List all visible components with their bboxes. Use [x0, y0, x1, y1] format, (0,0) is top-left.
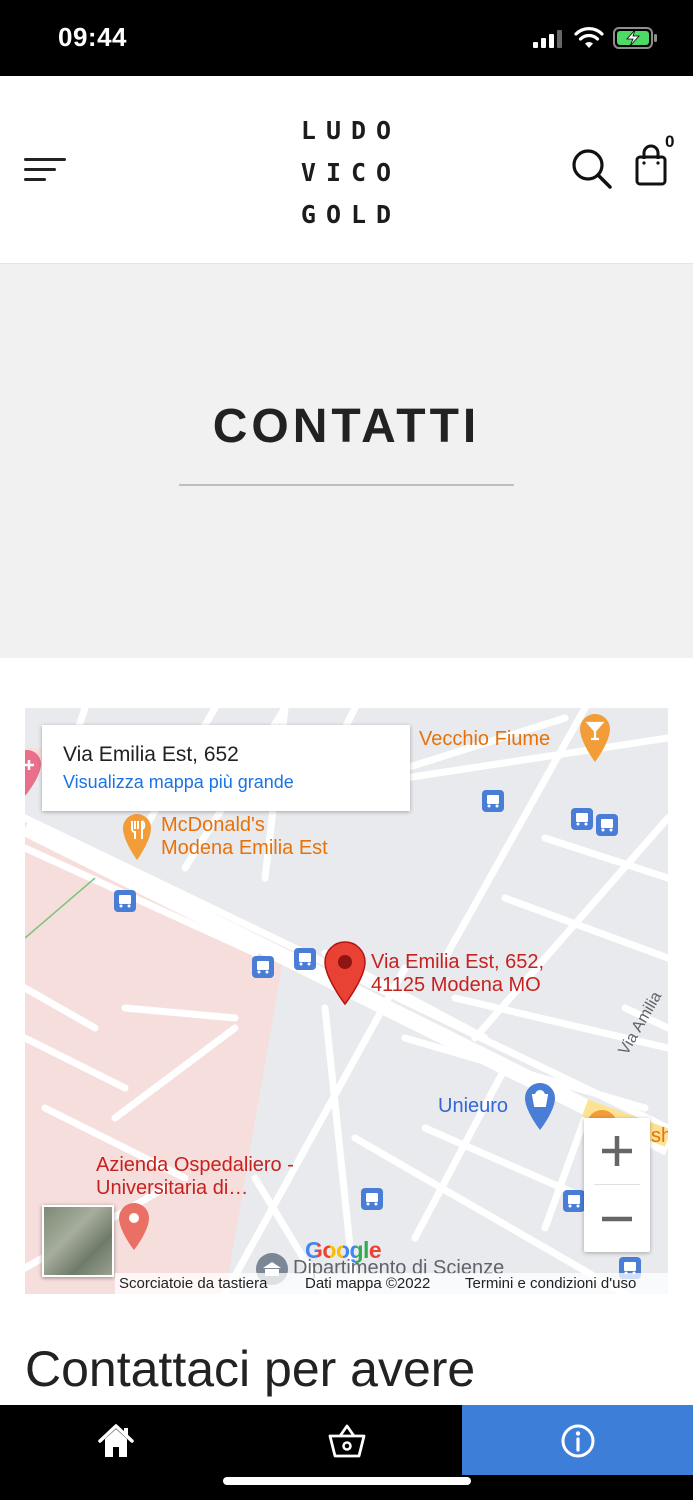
map-data-attribution: Dati mappa ©2022	[305, 1275, 431, 1292]
google-map[interactable]: Vecchio Fiume McDonald's Modena Emilia E…	[25, 708, 668, 1294]
view-larger-map-link[interactable]: Visualizza mappa più grande	[63, 772, 294, 793]
poi-label[interactable]: Modena Emilia Est	[161, 837, 328, 860]
info-icon	[561, 1424, 595, 1458]
cocktail-bar-pin-icon[interactable]	[578, 712, 612, 764]
place-info-card: Via Emilia Est, 652 Visualizza mappa più…	[42, 725, 410, 811]
marker-label: Via Emilia Est, 652,	[371, 951, 545, 973]
cart-count-badge: 0	[665, 132, 675, 151]
battery-charging-icon	[613, 27, 657, 49]
location-marker-icon[interactable]	[322, 940, 368, 1006]
hamburger-menu-button[interactable]	[24, 154, 68, 184]
keyboard-shortcuts-link[interactable]: Scorciatoie da tastiera	[119, 1275, 267, 1292]
google-logo-text: Google	[305, 1237, 382, 1263]
status-time: 09:44	[58, 22, 127, 52]
poi-label: sh	[651, 1125, 668, 1147]
poi-label[interactable]: Vecchio Fiume	[419, 728, 550, 751]
poi-label[interactable]: Unieuro	[438, 1095, 508, 1118]
site-header: LUDO VICO GOLD 0	[0, 76, 693, 264]
page-hero: CONTATTI	[0, 264, 693, 658]
home-indicator[interactable]	[223, 1477, 471, 1485]
logo-line: VICO	[300, 158, 402, 187]
bus-stop-icon[interactable]	[571, 808, 593, 830]
place-address: Via Emilia Est, 652	[63, 743, 239, 766]
bus-stop-icon[interactable]	[482, 790, 504, 812]
brand-logo[interactable]: LUDO VICO GOLD	[286, 110, 406, 236]
map-attribution-bar: Scorciatoie da tastiera Dati mappa ©2022…	[115, 1273, 668, 1294]
home-icon	[98, 1424, 134, 1457]
bus-stop-icon[interactable]	[114, 890, 136, 912]
logo-line: GOLD	[300, 200, 402, 229]
nav-tab-basket[interactable]	[231, 1405, 462, 1475]
poi-label[interactable]: Universitaria di…	[96, 1177, 248, 1200]
bottom-navigation	[0, 1405, 693, 1500]
page-title: CONTATTI	[212, 400, 481, 453]
zoom-out-button[interactable]	[584, 1186, 650, 1252]
bus-stop-icon[interactable]	[596, 814, 618, 836]
hospital-pin-icon[interactable]	[25, 748, 43, 798]
wifi-icon	[574, 27, 604, 48]
satellite-view-toggle[interactable]	[42, 1205, 114, 1277]
bus-stop-icon[interactable]	[563, 1190, 585, 1212]
logo-line: LUDO	[300, 116, 402, 145]
search-icon[interactable]	[569, 146, 613, 190]
zoom-separator	[594, 1184, 640, 1185]
restaurant-pin-icon[interactable]	[121, 812, 153, 862]
bus-stop-icon[interactable]	[294, 948, 316, 970]
title-divider	[179, 484, 514, 486]
basket-icon	[328, 1424, 366, 1458]
poi-label[interactable]: McDonald's	[161, 814, 265, 837]
signal-icon	[533, 28, 563, 48]
contact-heading: Contattaci per avere	[25, 1341, 476, 1397]
nav-tab-info[interactable]	[462, 1405, 693, 1475]
zoom-in-button[interactable]	[584, 1118, 650, 1184]
terms-link[interactable]: Termini e condizioni d'uso	[465, 1275, 636, 1292]
bus-stop-icon[interactable]	[361, 1188, 383, 1210]
nav-tab-home[interactable]	[0, 1405, 231, 1475]
hospital-location-pin-icon[interactable]	[116, 1200, 152, 1252]
marker-label: 41125 Modena MO	[371, 974, 541, 996]
bus-stop-icon[interactable]	[252, 956, 274, 978]
zoom-controls	[584, 1118, 650, 1252]
status-bar: 09:44	[0, 0, 693, 76]
google-logo: Google	[305, 1237, 382, 1264]
poi-label[interactable]: Azienda Ospedaliero -	[96, 1154, 294, 1177]
shopping-pin-icon[interactable]	[522, 1080, 558, 1132]
